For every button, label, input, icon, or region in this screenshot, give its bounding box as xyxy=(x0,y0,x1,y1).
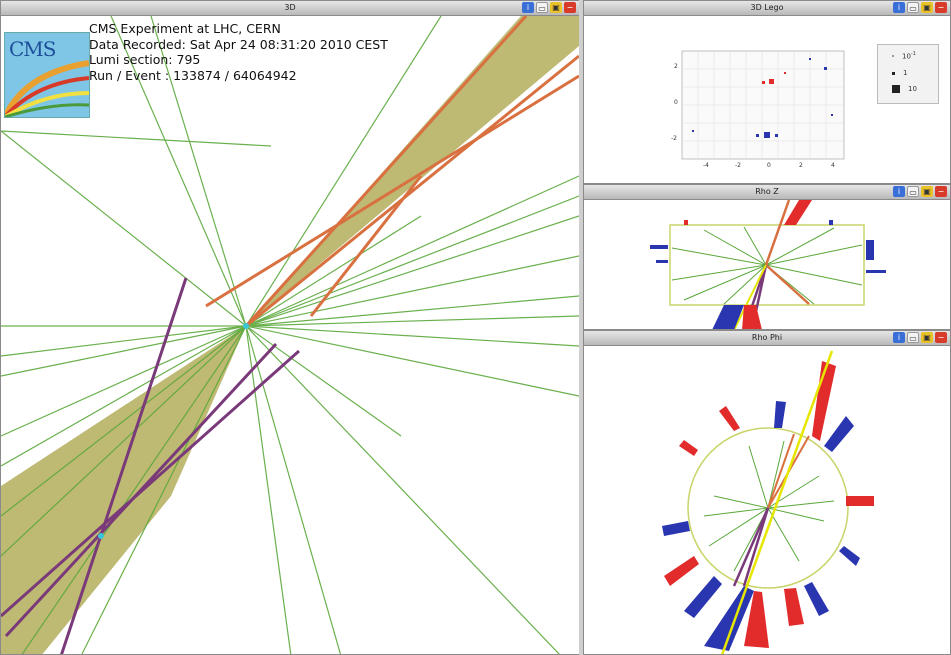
view-3d-titlebar[interactable]: 3D i ▭ ▣ − xyxy=(1,1,579,16)
info-icon[interactable]: i xyxy=(893,332,905,343)
maximize-icon[interactable]: ▣ xyxy=(921,332,933,343)
lego-xtick-4: 4 xyxy=(831,162,835,169)
view-lego-title: 3D Lego xyxy=(750,3,784,12)
event-info-experiment: CMS Experiment at LHC, CERN xyxy=(89,21,281,36)
legend-label-large: 10 xyxy=(908,85,917,93)
lego-xtick-0: 0 xyxy=(767,162,771,169)
jet-cone-lower xyxy=(1,326,246,654)
legend-label-small: 10-1 xyxy=(902,51,916,60)
view-rhophi-titlebar[interactable]: Rho Phi i ▭ ▣ − xyxy=(584,331,950,346)
close-icon[interactable]: − xyxy=(564,2,576,13)
undock-icon[interactable]: ▭ xyxy=(907,2,919,13)
close-icon[interactable]: − xyxy=(935,186,947,197)
legend-symbol-large xyxy=(892,85,900,93)
maximize-icon[interactable]: ▣ xyxy=(550,2,562,13)
legend-label-small-exp: -1 xyxy=(910,51,916,57)
info-icon[interactable]: i xyxy=(522,2,534,13)
view-rhoz-titlebar[interactable]: Rho Z i ▭ ▣ − xyxy=(584,185,950,200)
event-info-lumi: Lumi section: 795 xyxy=(89,52,201,67)
view-lego-titlebar[interactable]: 3D Lego i ▭ ▣ − xyxy=(584,1,950,16)
lego-ytick-0: 0 xyxy=(674,99,678,106)
legend-symbol-medium xyxy=(892,71,895,75)
hit-marker xyxy=(98,533,104,539)
legend-label-small-base: 10 xyxy=(902,52,911,61)
view-3d-title: 3D xyxy=(284,3,296,12)
undock-icon[interactable]: ▭ xyxy=(907,186,919,197)
event-info-run: Run / Event : 133874 / 64064942 xyxy=(89,67,297,83)
info-icon[interactable]: i xyxy=(893,186,905,197)
rhophi-canvas[interactable] xyxy=(584,346,950,654)
vertex-marker xyxy=(243,323,249,329)
info-icon[interactable]: i xyxy=(893,2,905,13)
maximize-icon[interactable]: ▣ xyxy=(921,2,933,13)
event-info-date: Data Recorded: Sat Apr 24 08:31:20 2010 … xyxy=(89,36,388,52)
lego-xtick-neg4: -4 xyxy=(703,162,709,169)
lego-xtick-2: 2 xyxy=(799,162,803,169)
undock-icon[interactable]: ▭ xyxy=(907,332,919,343)
lego-xtick-neg2: -2 xyxy=(735,162,741,169)
maximize-icon[interactable]: ▣ xyxy=(921,186,933,197)
rhoz-canvas[interactable] xyxy=(584,200,950,329)
view-rho-phi[interactable]: Rho Phi i ▭ ▣ − xyxy=(583,330,951,655)
lego-legend: 10-1 1 10 xyxy=(877,44,939,104)
cms-logo: CMS xyxy=(4,32,90,118)
close-icon[interactable]: − xyxy=(935,332,947,343)
legend-label-medium: 1 xyxy=(903,69,908,77)
undock-icon[interactable]: ▭ xyxy=(536,2,548,13)
close-icon[interactable]: − xyxy=(935,2,947,13)
event-info: CMS Experiment at LHC, CERN Data Recorde… xyxy=(89,21,388,83)
lego-ytick-neg2: -2 xyxy=(671,135,677,142)
view-3d-canvas[interactable]: CMS CMS Experiment at LHC, CERN Data Rec… xyxy=(1,16,579,654)
view-3d-lego[interactable]: 3D Lego i ▭ ▣ − 2 0 -2 -4 -2 0 2 4 10-1 … xyxy=(583,0,951,184)
view-3d[interactable]: 3D i ▭ ▣ − CMS CMS Experiment at LHC, CE… xyxy=(0,0,580,655)
legend-symbol-small xyxy=(892,54,894,57)
view-rho-z[interactable]: Rho Z i ▭ ▣ − xyxy=(583,184,951,330)
lego-ytick-2: 2 xyxy=(674,63,678,70)
rhoz-electron-tracks xyxy=(764,200,810,305)
view-rhoz-title: Rho Z xyxy=(755,187,779,196)
lego-canvas[interactable]: 2 0 -2 -4 -2 0 2 4 10-1 1 10 xyxy=(584,16,950,183)
view-rhophi-title: Rho Phi xyxy=(751,333,783,342)
